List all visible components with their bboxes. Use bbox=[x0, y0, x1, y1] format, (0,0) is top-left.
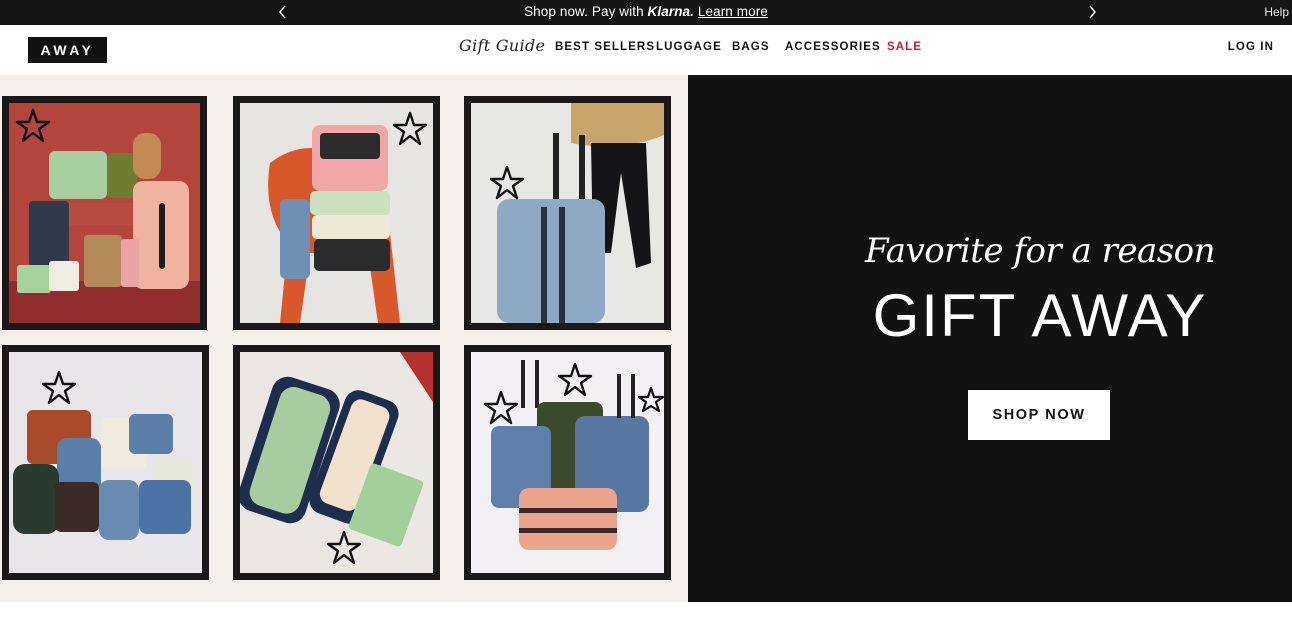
collage-tile-open-suitcase[interactable] bbox=[233, 345, 440, 580]
log-in-link[interactable]: LOG IN bbox=[1228, 41, 1274, 53]
product-photo bbox=[240, 352, 433, 573]
help-link[interactable]: Help bbox=[1264, 5, 1289, 19]
site-header: AWAY Gift Guide BEST SELLERS LUGGAGE BAG… bbox=[0, 25, 1292, 75]
collage-tile-person-carry-on[interactable] bbox=[464, 96, 671, 330]
klarna-brand: Klarna. bbox=[647, 4, 695, 19]
collage-tile-bags-backpacks[interactable] bbox=[2, 345, 209, 580]
hero-headline: GIFT AWAY bbox=[872, 282, 1208, 349]
product-photo bbox=[240, 103, 433, 323]
promo-panel: Favorite for a reason GIFT AWAY SHOP NOW bbox=[688, 75, 1292, 602]
product-photo bbox=[471, 352, 664, 573]
nav-bags[interactable]: BAGS bbox=[732, 41, 770, 53]
nav-accessories[interactable]: ACCESSORIES bbox=[785, 41, 881, 53]
shop-now-button[interactable]: SHOP NOW bbox=[968, 390, 1110, 440]
product-photo bbox=[471, 103, 664, 323]
learn-more-link[interactable]: Learn more bbox=[698, 4, 768, 19]
collage-tile-pastel-luggage[interactable] bbox=[2, 96, 207, 330]
hero-section: Favorite for a reason GIFT AWAY SHOP NOW bbox=[0, 75, 1292, 602]
promo-text: Shop now. Pay with bbox=[524, 4, 648, 19]
nav-luggage[interactable]: LUGGAGE bbox=[656, 41, 722, 53]
hero-tagline: Favorite for a reason bbox=[864, 231, 1216, 271]
nav-sale[interactable]: SALE bbox=[887, 41, 922, 53]
away-logo[interactable]: AWAY bbox=[28, 37, 107, 63]
nav-best-sellers[interactable]: BEST SELLERS bbox=[555, 41, 655, 53]
chevron-right-icon[interactable] bbox=[1084, 4, 1100, 20]
gift-guide-link[interactable]: Gift Guide bbox=[459, 36, 545, 55]
collage-tile-luggage-set[interactable] bbox=[464, 345, 671, 580]
product-collage bbox=[0, 75, 688, 602]
product-photo bbox=[9, 103, 200, 323]
announcement-bar: Shop now. Pay with Klarna. Learn more He… bbox=[0, 0, 1292, 25]
collage-tile-toiletry-chair[interactable] bbox=[233, 96, 440, 330]
page-continuation bbox=[0, 602, 1292, 628]
product-photo bbox=[9, 352, 202, 573]
